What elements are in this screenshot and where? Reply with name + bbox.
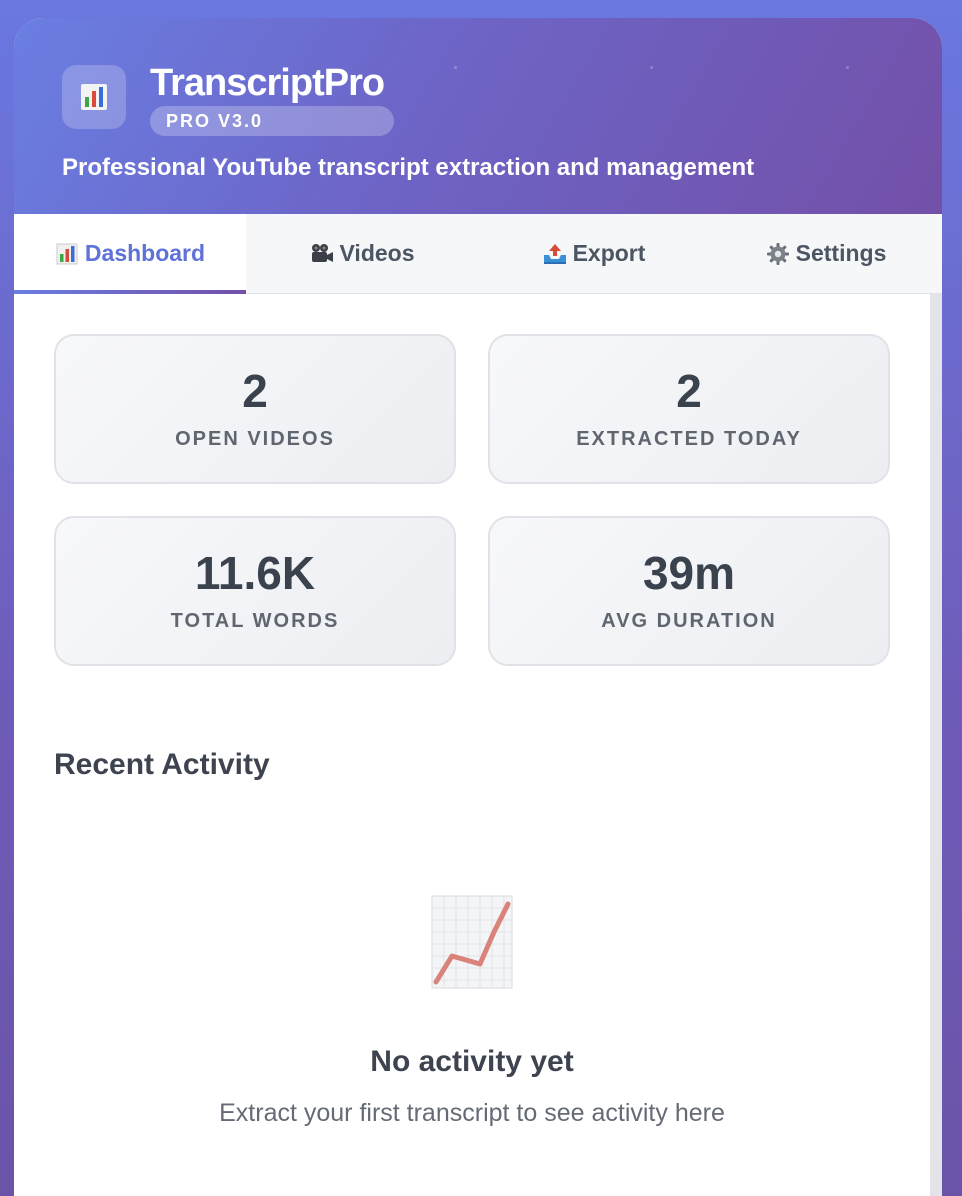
chart-increasing-icon bbox=[430, 894, 514, 990]
empty-state: No activity yet Extract your first trans… bbox=[14, 894, 930, 1128]
stat-label: AVG DURATION bbox=[601, 609, 777, 632]
outbox-tray-icon bbox=[543, 242, 567, 266]
tab-dashboard[interactable]: Dashboard bbox=[14, 214, 246, 294]
recent-activity-title: Recent Activity bbox=[54, 748, 270, 781]
tab-label: Videos bbox=[339, 240, 415, 266]
stat-card-open-videos: 2 OPEN VIDEOS bbox=[54, 334, 456, 484]
stat-label: TOTAL WORDS bbox=[170, 609, 340, 632]
app-name: TranscriptPro bbox=[150, 62, 385, 104]
stat-card-total-words: 11.6K TOTAL WORDS bbox=[54, 516, 456, 666]
stat-value: 2 bbox=[676, 364, 702, 417]
tab-label: Dashboard bbox=[84, 240, 206, 266]
stat-card-avg-duration: 39m AVG DURATION bbox=[488, 516, 890, 666]
stat-value: 11.6K bbox=[194, 546, 316, 599]
decorative-dot bbox=[846, 66, 849, 69]
app-tagline: Professional YouTube transcript extracti… bbox=[62, 154, 755, 181]
scrollbar[interactable] bbox=[930, 294, 942, 1196]
bar-chart-icon bbox=[81, 84, 107, 110]
stat-label: OPEN VIDEOS bbox=[175, 427, 335, 450]
header: TranscriptPro PRO V3.0 Professional YouT… bbox=[14, 18, 942, 214]
bar-chart-icon bbox=[55, 242, 79, 266]
tab-label: Settings bbox=[795, 240, 887, 266]
gear-icon bbox=[766, 242, 790, 266]
stat-card-extracted-today: 2 EXTRACTED TODAY bbox=[488, 334, 890, 484]
tab-export[interactable]: Export bbox=[478, 214, 710, 293]
decorative-dot bbox=[454, 66, 457, 69]
extension-popup: TranscriptPro PRO V3.0 Professional YouT… bbox=[14, 18, 942, 1196]
empty-state-title: No activity yet bbox=[370, 1045, 574, 1078]
dashboard-content: 2 OPEN VIDEOS 2 EXTRACTED TODAY 11.6K TO… bbox=[14, 294, 942, 1196]
stats-grid: 2 OPEN VIDEOS 2 EXTRACTED TODAY 11.6K TO… bbox=[54, 334, 902, 666]
stat-label: EXTRACTED TODAY bbox=[576, 427, 802, 450]
tab-bar: Dashboard Videos Export Settings bbox=[14, 214, 942, 294]
tab-videos[interactable]: Videos bbox=[246, 214, 478, 293]
decorative-dot bbox=[650, 66, 653, 69]
movie-camera-icon bbox=[310, 242, 334, 266]
stat-value: 2 bbox=[242, 364, 268, 417]
tab-label: Export bbox=[572, 240, 646, 266]
tab-settings[interactable]: Settings bbox=[710, 214, 942, 293]
empty-state-subtitle: Extract your first transcript to see act… bbox=[219, 1099, 725, 1127]
app-logo bbox=[62, 65, 126, 129]
version-badge: PRO V3.0 bbox=[150, 106, 394, 136]
stat-value: 39m bbox=[642, 546, 736, 599]
